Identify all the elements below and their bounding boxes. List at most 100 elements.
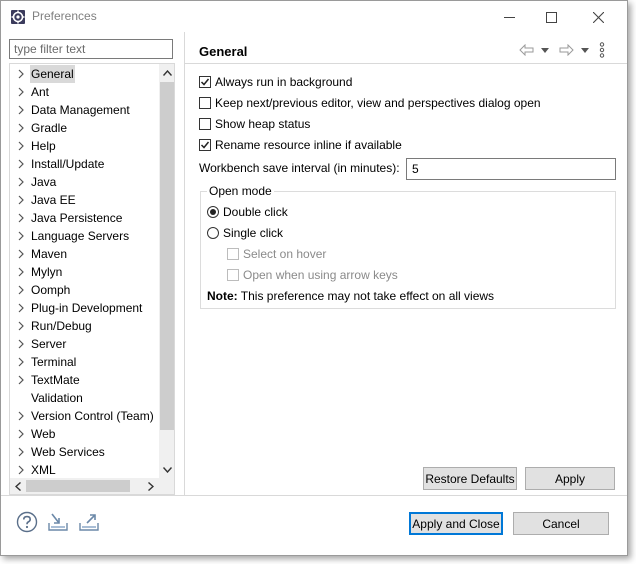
vertical-scrollbar[interactable] (159, 64, 174, 478)
preference-tree[interactable]: General Ant Data Management Gradle Help Insta… (9, 63, 175, 495)
scroll-down-arrow[interactable] (159, 462, 174, 478)
chevron-left-icon (15, 481, 21, 491)
save-interval-input[interactable] (412, 160, 607, 178)
tree-item-label: Gradle (31, 121, 68, 135)
title-bar: Preferences (1, 1, 627, 32)
window-title: Preferences (32, 9, 97, 23)
scroll-left-arrow[interactable] (10, 478, 26, 494)
import-icon[interactable] (47, 511, 69, 533)
scrollbar-corner (159, 478, 174, 494)
double-click-radio[interactable] (207, 206, 219, 218)
tree-item-label: Validation (31, 391, 83, 405)
forward-dropdown[interactable] (581, 41, 589, 59)
open-mode-legend: Open mode (207, 184, 274, 198)
back-button[interactable] (519, 41, 534, 59)
chevron-right-icon[interactable] (16, 231, 26, 241)
view-menu-button[interactable] (599, 41, 605, 59)
chevron-right-icon[interactable] (16, 357, 26, 367)
apply-button[interactable]: Apply (525, 467, 615, 490)
note-text: Note: This preference may not take effec… (207, 289, 494, 303)
tree-item-label: Web (31, 427, 56, 441)
chevron-right-icon[interactable] (16, 195, 26, 205)
minimize-button[interactable] (486, 3, 532, 31)
open-arrow-keys-checkbox (227, 269, 239, 281)
note-prefix: Note: (207, 289, 238, 303)
back-dropdown[interactable] (541, 41, 549, 59)
footer-separator (1, 495, 627, 496)
single-click-label: Single click (223, 226, 284, 240)
rename-inline-checkbox[interactable] (199, 139, 211, 151)
chevron-right-icon[interactable] (16, 411, 26, 421)
checkmark-icon (200, 78, 210, 86)
single-click-radio[interactable] (207, 227, 219, 239)
chevron-right-icon[interactable] (16, 285, 26, 295)
help-icon[interactable] (16, 511, 38, 533)
select-on-hover-label: Select on hover (243, 247, 327, 261)
restore-defaults-button[interactable]: Restore Defaults (423, 467, 517, 490)
horizontal-scrollbar[interactable] (10, 478, 159, 494)
maximize-icon (545, 11, 557, 23)
tree-item-label: Java EE (31, 193, 76, 207)
chevron-right-icon[interactable] (16, 177, 26, 187)
forward-button[interactable] (559, 41, 574, 59)
show-heap-status-label: Show heap status (215, 117, 311, 131)
export-icon[interactable] (78, 511, 100, 533)
horizontal-scroll-thumb[interactable] (26, 480, 130, 492)
chevron-right-icon[interactable] (16, 159, 26, 169)
select-on-hover-checkbox (227, 248, 239, 260)
tree-item-label: Mylyn (31, 265, 63, 279)
chevron-right-icon[interactable] (16, 141, 26, 151)
tree-item-label: Data Management (31, 103, 130, 117)
run-in-background-checkbox[interactable] (199, 76, 211, 88)
tree-item-label: Plug-in Development (31, 301, 143, 315)
chevron-right-icon[interactable] (16, 321, 26, 331)
vertical-scroll-thumb[interactable] (160, 82, 174, 430)
chevron-right-icon[interactable] (16, 69, 26, 79)
keep-dialog-open-label: Keep next/previous editor, view and pers… (215, 96, 541, 110)
filter-input[interactable] (14, 41, 164, 57)
close-button[interactable] (575, 3, 621, 31)
tree-item-label: Java (31, 175, 57, 189)
chevron-right-icon[interactable] (16, 87, 26, 97)
header-separator (185, 63, 627, 64)
panel-divider[interactable] (184, 32, 185, 495)
double-click-label: Double click (223, 205, 288, 219)
rename-inline-label: Rename resource inline if available (215, 138, 402, 152)
tree-item-label: Version Control (Team) (31, 409, 154, 423)
chevron-right-icon[interactable] (16, 213, 26, 223)
checkmark-icon (200, 141, 210, 149)
chevron-down-icon (162, 467, 172, 473)
tree-item-label: Run/Debug (31, 319, 92, 333)
chevron-right-icon[interactable] (16, 447, 26, 457)
apply-and-close-button[interactable]: Apply and Close (409, 512, 503, 535)
cancel-button[interactable]: Cancel (513, 512, 609, 535)
tree-item-label: Language Servers (31, 229, 130, 243)
keep-dialog-open-checkbox[interactable] (199, 97, 211, 109)
tree-item-label: Java Persistence (31, 211, 123, 225)
tree-item-label: TextMate (31, 373, 80, 387)
open-arrow-keys-label: Open when using arrow keys (243, 268, 398, 282)
chevron-right-icon[interactable] (16, 465, 26, 475)
chevron-up-icon (162, 70, 172, 76)
scroll-up-arrow[interactable] (159, 65, 174, 81)
tree-item-label: Terminal (31, 355, 77, 369)
chevron-right-icon[interactable] (16, 429, 26, 439)
run-in-background-label: Always run in background (215, 75, 353, 89)
tree-item-label: Help (31, 139, 56, 153)
maximize-button[interactable] (528, 3, 574, 31)
chevron-right-icon[interactable] (16, 105, 26, 115)
chevron-right-icon[interactable] (16, 267, 26, 277)
dropdown-arrow-icon (541, 47, 549, 53)
tree-item-label: Server (31, 337, 67, 351)
minimize-icon (503, 16, 515, 18)
chevron-right-icon[interactable] (16, 339, 26, 349)
gear-cog-icon (11, 10, 25, 24)
chevron-right-icon[interactable] (16, 249, 26, 259)
show-heap-status-checkbox[interactable] (199, 118, 211, 130)
chevron-right-icon[interactable] (16, 123, 26, 133)
save-interval-field[interactable] (406, 158, 616, 180)
scroll-right-arrow[interactable] (143, 478, 159, 494)
chevron-right-icon[interactable] (16, 375, 26, 385)
filter-field[interactable] (9, 39, 173, 59)
chevron-right-icon[interactable] (16, 303, 26, 313)
